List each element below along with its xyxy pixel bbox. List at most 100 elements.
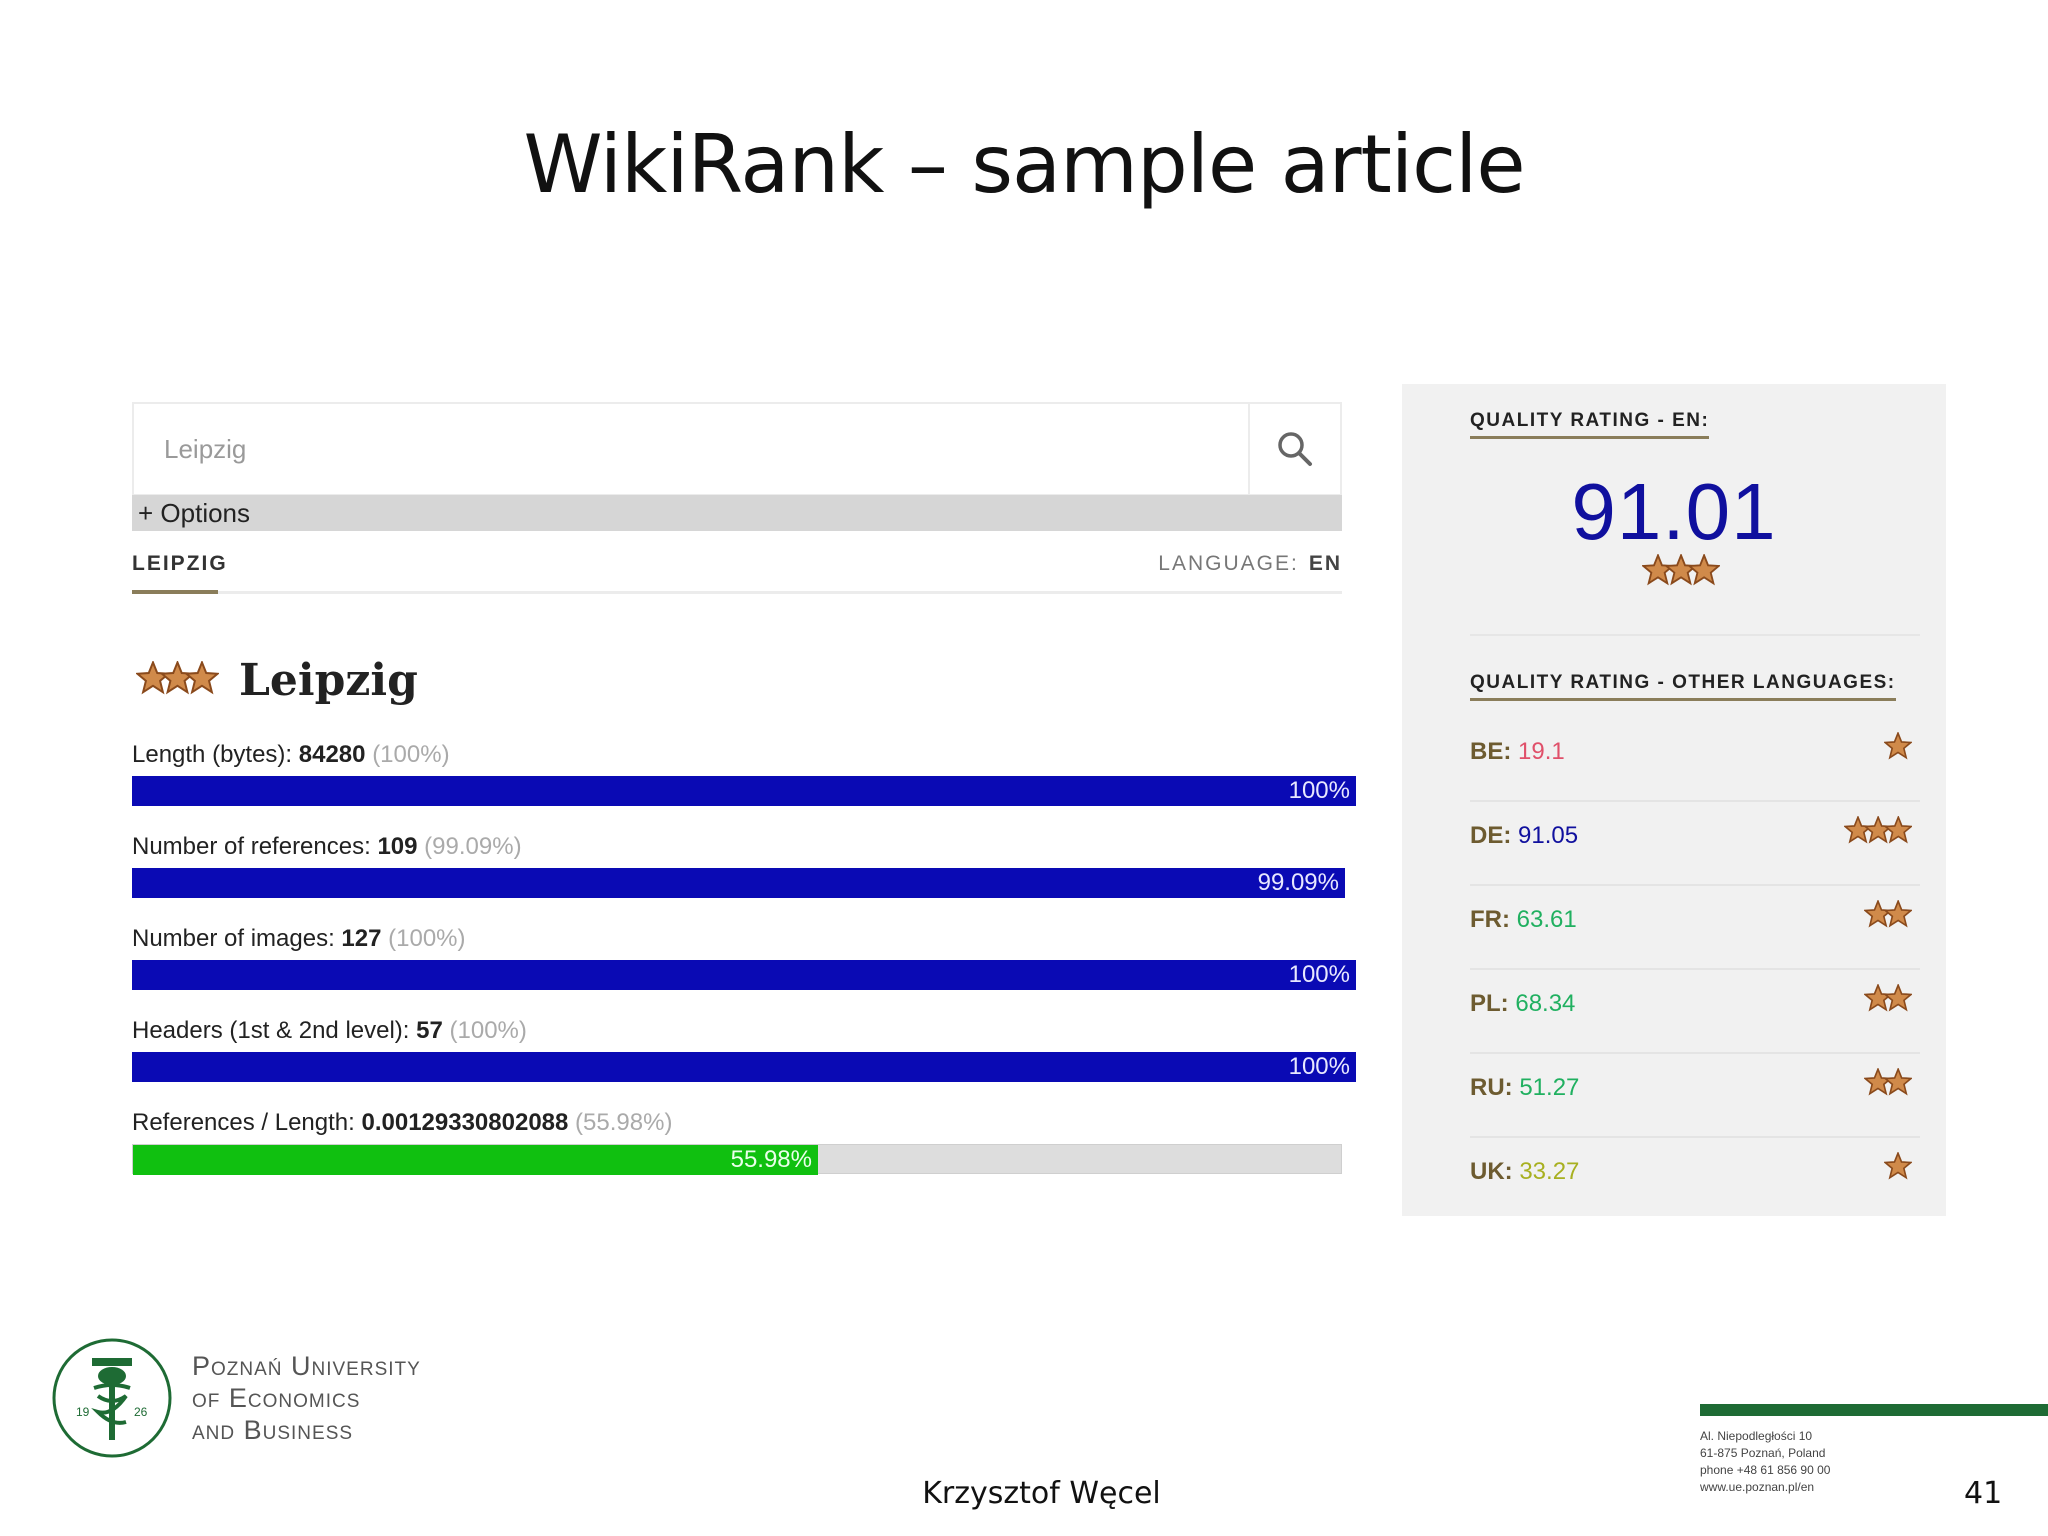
metric-value: 84280 [298, 741, 366, 768]
lang-row-fr[interactable]: FR: 63.61 [1470, 886, 1920, 970]
lang-row-de[interactable]: DE: 91.05 [1470, 802, 1920, 886]
lang-stars-icon [1862, 1066, 1913, 1101]
metric-value: 109 [377, 833, 418, 860]
language-value: EN [1308, 552, 1342, 575]
star-icon [1883, 730, 1913, 760]
lang-score: 63.61 [1516, 906, 1577, 933]
emblem-year-right: 26 [134, 1405, 148, 1419]
metric-references: Number of references: 109 (99.09%) 99.09… [132, 832, 1356, 898]
university-logo: 19 26 Poznań University of Economics and… [50, 1336, 421, 1460]
search-icon [1278, 432, 1312, 466]
metric-percent: (55.98%) [575, 1109, 673, 1136]
metric-percent: (100%) [388, 925, 466, 952]
metric-percent: (100%) [449, 1017, 527, 1044]
address-line: Al. Niepodległości 10 [1700, 1429, 1813, 1443]
star-icon [1862, 814, 1893, 844]
university-name: Poznań University of Economics and Busin… [192, 1350, 421, 1446]
metric-images: Number of images: 127 (100%) 100% [132, 924, 1356, 990]
star-icon [1883, 982, 1913, 1012]
quality-heading-other: QUALITY RATING - OTHER LANGUAGES: [1470, 672, 1896, 701]
lang-code: DE: [1470, 822, 1512, 849]
university-emblem-icon: 19 26 [52, 1338, 172, 1458]
lang-row-be[interactable]: BE: 19.1 [1470, 718, 1920, 802]
star-icon [1862, 898, 1893, 928]
progress-bar: 100% [132, 1052, 1356, 1082]
options-toggle[interactable]: + Options [132, 495, 1342, 531]
university-name-line: of Economics [192, 1383, 361, 1413]
star-icon [1883, 898, 1913, 928]
university-address: Al. Niepodległości 10 61-875 Poznań, Pol… [1700, 1428, 1830, 1496]
star-icon [1687, 552, 1722, 586]
lang-row-pl[interactable]: PL: 68.34 [1470, 970, 1920, 1054]
lang-stars-icon [1883, 730, 1913, 765]
language-indicator: LANGUAGE: EN [1158, 552, 1342, 576]
lang-code: PL: [1470, 990, 1509, 1017]
progress-fill: 99.09% [132, 868, 1345, 898]
search-box [132, 402, 1342, 496]
article-title: Leipzig [238, 654, 418, 706]
star-icon [1883, 814, 1913, 844]
language-label: LANGUAGE: [1158, 552, 1299, 575]
emblem-year-left: 19 [76, 1405, 90, 1419]
quality-score-en: 91.01 [1571, 467, 1777, 556]
metric-percent: (100%) [372, 741, 450, 768]
progress-fill: 55.98% [133, 1145, 818, 1175]
address-line: phone +48 61 856 90 00 [1700, 1463, 1831, 1477]
tab-article[interactable]: LEIPZIG [132, 552, 228, 576]
divider [1470, 634, 1920, 636]
quality-panel: QUALITY RATING - EN: 91.01 QUALITY RATIN… [1402, 384, 1946, 1216]
star-icon [1640, 552, 1676, 586]
slide-title: WikiRank – sample article [523, 118, 1525, 211]
metric-label: Headers (1st & 2nd level): [132, 1017, 410, 1044]
page-number: 41 [1964, 1476, 2003, 1511]
progress-text: 55.98% [730, 1146, 812, 1173]
star-icon [159, 659, 196, 694]
progress-fill: 100% [132, 960, 1356, 990]
lang-stars-icon [1883, 1150, 1913, 1185]
lang-code: BE: [1470, 738, 1512, 765]
university-name-line: and Business [192, 1415, 354, 1445]
lang-stars-icon [1862, 898, 1913, 933]
quality-heading-en: QUALITY RATING - EN: [1470, 410, 1710, 439]
lang-stars-icon [1862, 982, 1913, 1017]
lang-stars-icon [1842, 814, 1913, 849]
star-icon [1862, 982, 1893, 1012]
metric-percent: (99.09%) [424, 833, 522, 860]
lang-row-uk[interactable]: UK: 33.27 [1470, 1138, 1920, 1222]
progress-bar: 100% [132, 960, 1356, 990]
lang-code: UK: [1470, 1158, 1513, 1185]
lang-score: 68.34 [1515, 990, 1576, 1017]
metric-headers: Headers (1st & 2nd level): 57 (100%) 100… [132, 1016, 1356, 1082]
star-icon [1862, 1066, 1893, 1096]
progress-bar: 55.98% [132, 1144, 1342, 1175]
metric-references-length: References / Length: 0.00129330802088 (5… [132, 1108, 1356, 1175]
progress-fill: 100% [132, 1052, 1356, 1082]
metric-label: Number of references: [132, 833, 371, 860]
university-name-line: Poznań University [192, 1351, 421, 1381]
address-line: 61-875 Poznań, Poland [1700, 1446, 1826, 1460]
article-stars-icon [134, 659, 221, 700]
star-icon [1663, 552, 1699, 586]
address-line: www.ue.poznan.pl/en [1700, 1480, 1815, 1494]
progress-text: 100% [1288, 777, 1350, 804]
search-button[interactable] [1248, 404, 1340, 494]
article-heading: Leipzig [134, 652, 418, 708]
metric-label: Length (bytes): [132, 741, 293, 768]
metric-length: Length (bytes): 84280 (100%) 100% [132, 740, 1356, 806]
progress-text: 100% [1288, 1053, 1350, 1080]
star-icon [134, 659, 172, 694]
lang-code: RU: [1470, 1074, 1513, 1101]
metric-label: References / Length: [132, 1109, 355, 1136]
metric-value: 127 [341, 925, 382, 952]
progress-text: 99.09% [1257, 869, 1339, 896]
address-accent-bar [1700, 1404, 2048, 1416]
metric-label: Number of images: [132, 925, 335, 952]
search-input[interactable] [134, 404, 1249, 494]
lang-score: 51.27 [1519, 1074, 1580, 1101]
quality-stars-icon [1640, 552, 1722, 591]
lang-row-ru[interactable]: RU: 51.27 [1470, 1054, 1920, 1138]
lang-code: FR: [1470, 906, 1510, 933]
tab-underline [132, 590, 218, 594]
progress-text: 100% [1288, 961, 1350, 988]
metric-value: 0.00129330802088 [361, 1109, 569, 1136]
